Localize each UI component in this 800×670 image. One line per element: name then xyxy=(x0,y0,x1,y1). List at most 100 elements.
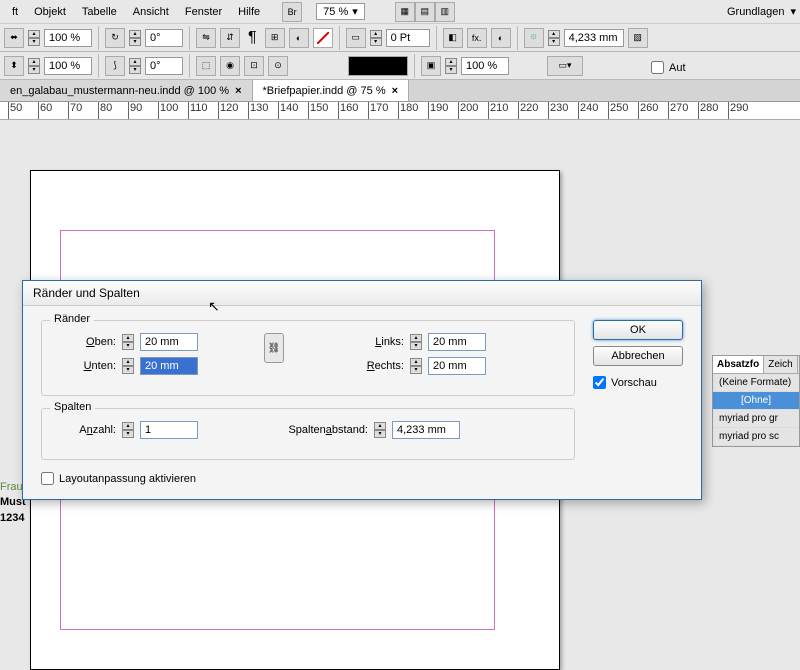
anzahl-spinner[interactable]: ▴▾ xyxy=(122,422,134,438)
margins-columns-dialog: Ränder und Spalten Ränder Oben: ▴▾ Unten… xyxy=(22,280,702,500)
shear-icon: ⟆ xyxy=(105,56,125,76)
workspace-switcher[interactable]: Grundlagen xyxy=(727,6,785,18)
corner-icon[interactable]: ▧ xyxy=(628,28,648,48)
zoom-level[interactable]: 75 %▾ xyxy=(316,3,365,20)
stroke-icon: ▭ xyxy=(346,28,366,48)
unten-input[interactable] xyxy=(140,357,198,375)
label-anzahl: Anzahl: xyxy=(56,424,116,436)
crop-icon[interactable]: ⯐ xyxy=(524,28,544,48)
stroke-input[interactable] xyxy=(386,29,430,47)
tab-zeichenformate[interactable]: Zeich xyxy=(764,356,797,373)
dialog-title: Ränder und Spalten xyxy=(23,281,701,306)
object-style-dropdown[interactable]: ▭▾ xyxy=(547,56,583,76)
select-container-icon[interactable]: ⬚ xyxy=(196,56,216,76)
fit-icon[interactable]: ⊡ xyxy=(244,56,264,76)
label-links: Links: xyxy=(344,336,404,348)
menu-ansicht[interactable]: Ansicht xyxy=(125,3,177,21)
menu-fenster[interactable]: Fenster xyxy=(177,3,230,21)
label-rechts: Rechts: xyxy=(344,360,404,372)
chevron-down-icon: ▾ xyxy=(352,5,358,18)
columns-group: Spalten Anzahl: ▴▾ Spaltenabstand: ▴▾ xyxy=(41,408,575,460)
group-label: Ränder xyxy=(50,313,94,325)
menu-objekt[interactable]: Objekt xyxy=(26,3,74,21)
opacity-icon[interactable]: ◐ xyxy=(491,28,511,48)
oben-spinner[interactable]: ▴▾ xyxy=(122,334,134,350)
pct-spinner[interactable]: ▴▾ xyxy=(445,58,457,74)
fx-icon[interactable]: fx. xyxy=(467,28,487,48)
scale-x-spinner[interactable]: ▴▾ xyxy=(28,30,40,46)
stroke-style-dropdown[interactable] xyxy=(348,56,408,76)
tab-absatzformate[interactable]: Absatzfo xyxy=(713,356,764,373)
oben-input[interactable] xyxy=(140,333,198,351)
view-mode-icon-1[interactable]: ▦ xyxy=(395,2,415,22)
cancel-button[interactable]: Abbrechen xyxy=(593,346,683,366)
paragraph-icon: ¶ xyxy=(244,29,261,47)
margins-group: Ränder Oben: ▴▾ Unten: ▴▾ xyxy=(41,320,575,396)
shear-input[interactable] xyxy=(145,57,183,75)
tab-mustermann[interactable]: en_galabau_mustermann-neu.indd @ 100 % × xyxy=(0,80,253,101)
scale-y-input[interactable] xyxy=(44,57,92,75)
control-panel-row1: ⬌ ▴▾ ↻ ▴▾ ⇋ ⇵ ¶ ⊞ ◐ ▭ ▴▾ ◧ fx. ◐ ⯐ ▴▾ ▧ xyxy=(0,24,800,52)
style-ohne[interactable]: [Ohne] xyxy=(713,392,799,410)
layout-adjust-checkbox[interactable]: Layoutanpassung aktivieren xyxy=(41,472,575,485)
rotate-icon: ↻ xyxy=(105,28,125,48)
scale-y-spinner[interactable]: ▴▾ xyxy=(28,58,40,74)
scale-x-icon: ⬌ xyxy=(4,28,24,48)
label-abstand: Spaltenabstand: xyxy=(258,424,368,436)
fill-swatch-icon[interactable]: ◧ xyxy=(443,28,463,48)
flip-h-icon[interactable]: ⇋ xyxy=(196,28,216,48)
pct-input[interactable] xyxy=(461,57,509,75)
link-margins-icon[interactable]: ⛓ xyxy=(264,333,284,363)
dialog-buttons: OK Abbrechen Vorschau xyxy=(593,320,683,485)
abstand-spinner[interactable]: ▴▾ xyxy=(374,422,386,438)
tab-label: *Briefpapier.indd @ 75 % xyxy=(263,85,386,97)
scale-y-icon: ⬍ xyxy=(4,56,24,76)
anzahl-input[interactable] xyxy=(140,421,198,439)
mm-input[interactable] xyxy=(564,29,624,47)
menu-bar: ft Objekt Tabelle Ansicht Fenster Hilfe … xyxy=(0,0,800,24)
group-label: Spalten xyxy=(50,401,95,413)
style-myriad-sc[interactable]: myriad pro sc xyxy=(713,428,799,446)
menu-tabelle[interactable]: Tabelle xyxy=(74,3,125,21)
rotate-spinner[interactable]: ▴▾ xyxy=(129,30,141,46)
view-mode-icon-3[interactable]: ▥ xyxy=(435,2,455,22)
label-unten: Unten: xyxy=(56,360,116,372)
rechts-input[interactable] xyxy=(428,357,486,375)
document-tabs: en_galabau_mustermann-neu.indd @ 100 % ×… xyxy=(0,80,800,102)
shear-spinner[interactable]: ▴▾ xyxy=(129,58,141,74)
view-mode-icon-2[interactable]: ▤ xyxy=(415,2,435,22)
center-icon[interactable]: ⊙ xyxy=(268,56,288,76)
control-panel-row2: ⬍ ▴▾ ⟆ ▴▾ ⬚ ◉ ⊡ ⊙ ▣ ▴▾ ▭▾ Aut xyxy=(0,52,800,80)
menu-ft[interactable]: ft xyxy=(4,3,26,21)
horizontal-ruler[interactable]: 5060708090100110120130140150160170180190… xyxy=(0,102,800,120)
links-input[interactable] xyxy=(428,333,486,351)
preview-checkbox[interactable]: Vorschau xyxy=(593,376,683,389)
unten-spinner[interactable]: ▴▾ xyxy=(122,358,134,374)
style-none[interactable]: (Keine Formate) xyxy=(713,374,799,392)
rechts-spinner[interactable]: ▴▾ xyxy=(410,358,422,374)
flip-v-icon[interactable]: ⇵ xyxy=(220,28,240,48)
close-icon[interactable]: × xyxy=(235,85,241,97)
effects-icon[interactable]: ◐ xyxy=(289,28,309,48)
menu-hilfe[interactable]: Hilfe xyxy=(230,3,268,21)
label-oben: Oben: xyxy=(56,336,116,348)
mm-spinner[interactable]: ▴▾ xyxy=(548,30,560,46)
close-icon[interactable]: × xyxy=(392,85,398,97)
select-content-icon[interactable]: ◉ xyxy=(220,56,240,76)
paragraph-styles-panel: Absatzfo Zeich (Keine Formate) [Ohne] my… xyxy=(712,355,800,447)
tab-label: en_galabau_mustermann-neu.indd @ 100 % xyxy=(10,85,229,97)
auto-checkbox[interactable]: Aut xyxy=(651,61,686,74)
tab-briefpapier[interactable]: *Briefpapier.indd @ 75 % × xyxy=(253,80,410,101)
scale-x-input[interactable] xyxy=(44,29,92,47)
style-myriad-gr[interactable]: myriad pro gr xyxy=(713,410,799,428)
abstand-input[interactable] xyxy=(392,421,460,439)
wrap-icon[interactable]: ▣ xyxy=(421,56,441,76)
ok-button[interactable]: OK xyxy=(593,320,683,340)
chevron-down-icon: ▾ xyxy=(790,5,796,18)
no-fill-icon[interactable] xyxy=(313,28,333,48)
stroke-spinner[interactable]: ▴▾ xyxy=(370,30,382,46)
align-icon[interactable]: ⊞ xyxy=(265,28,285,48)
links-spinner[interactable]: ▴▾ xyxy=(410,334,422,350)
rotate-input[interactable] xyxy=(145,29,183,47)
bridge-icon[interactable]: Br xyxy=(282,2,302,22)
